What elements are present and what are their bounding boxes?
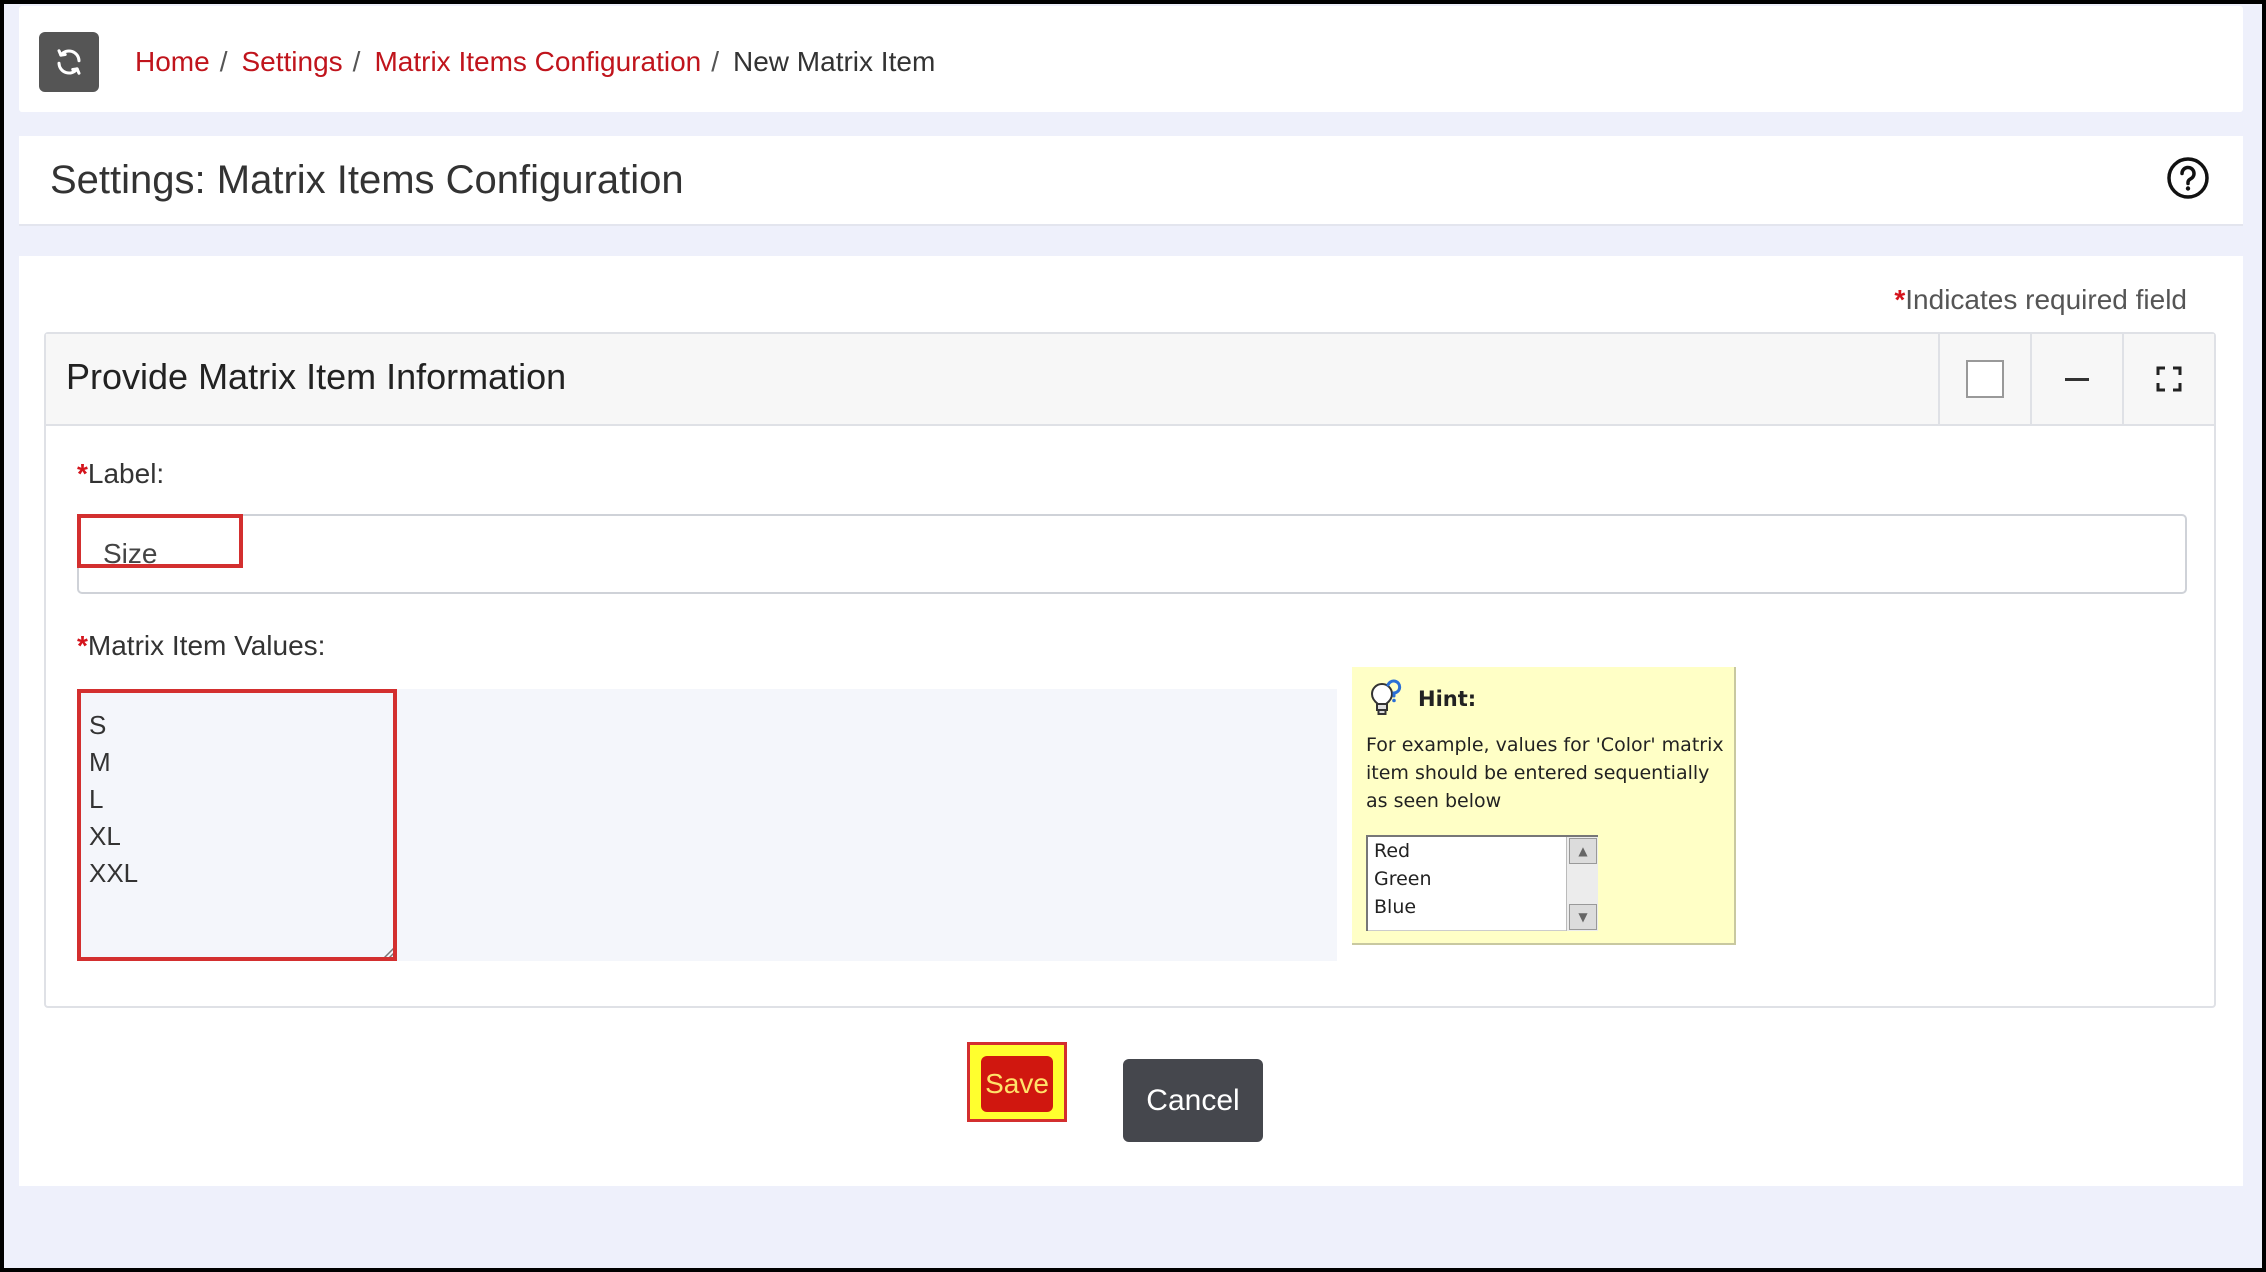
required-star: * [1894,284,1906,315]
matrix-values-label: *Matrix Item Values: [77,630,325,662]
required-star: * [77,630,88,661]
scroll-down-arrow-icon: ▼ [1569,904,1597,930]
page-header: Settings: Matrix Items Configuration [19,136,2243,226]
help-icon[interactable] [2166,156,2210,200]
expand-icon [2156,366,2182,392]
label-field-label: *Label: [77,458,164,490]
minimize-icon [2065,377,2089,381]
breadcrumb-home[interactable]: Home [135,46,210,78]
main-content: *Indicates required field Provide Matrix… [19,256,2243,1186]
page-title: Settings: Matrix Items Configuration [50,158,684,202]
app-frame: Home / Settings / Matrix Items Configura… [4,4,2262,1268]
checkbox-icon [1966,360,2004,398]
matrix-item-card: Provide Matrix Item Information *Label: … [44,332,2216,1008]
breadcrumb-separator: / [352,46,361,77]
collapse-button[interactable] [2030,334,2122,424]
required-star: * [77,458,88,489]
fullscreen-button[interactable] [2122,334,2214,424]
matrix-values-textarea[interactable]: S M L XL XXL [69,689,389,961]
card-title: Provide Matrix Item Information [66,356,567,397]
label-field-text: Label: [87,458,165,489]
label-input[interactable] [79,516,2185,592]
breadcrumb-current: New Matrix Item [733,46,936,77]
hint-list-scrollbar: ▲ ▼ [1566,837,1598,931]
card-header: Provide Matrix Item Information [46,334,2214,426]
breadcrumb: Home / Settings / Matrix Items Configura… [135,46,935,78]
required-note-text: Indicates required field [1905,284,2187,315]
refresh-button[interactable] [39,32,99,92]
card-tools [1938,334,2214,424]
lightbulb-question-icon [1370,679,1402,715]
hint-option: Green [1374,868,1432,890]
hint-option: Red [1374,840,1411,862]
breadcrumb-bar: Home / Settings / Matrix Items Configura… [19,6,2243,112]
cancel-button[interactable]: Cancel [1123,1059,1263,1142]
breadcrumb-separator: / [711,46,720,77]
select-checkbox-button[interactable] [1938,334,2030,424]
hint-body: For example, values for 'Color' matrix i… [1366,734,1724,812]
scroll-up-arrow-icon: ▲ [1569,838,1597,864]
matrix-values-label-text: Matrix Item Values: [87,630,326,661]
required-field-note: *Indicates required field [1894,284,2187,316]
hint-example-list: Red Green Blue ▲ ▼ [1366,835,1598,931]
resize-handle-icon[interactable] [382,945,396,959]
breadcrumb-separator: / [219,46,228,77]
hint-option: Blue [1374,896,1417,918]
breadcrumb-settings[interactable]: Settings [241,46,342,78]
save-button[interactable]: Save [981,1056,1053,1112]
refresh-icon [57,49,81,75]
hint-title: Hint: [1418,687,1477,711]
breadcrumb-matrix-items-configuration[interactable]: Matrix Items Configuration [374,46,701,78]
label-input-wrapper [77,514,2187,594]
hint-box: Hint: For example, values for 'Color' ma… [1352,667,1736,945]
